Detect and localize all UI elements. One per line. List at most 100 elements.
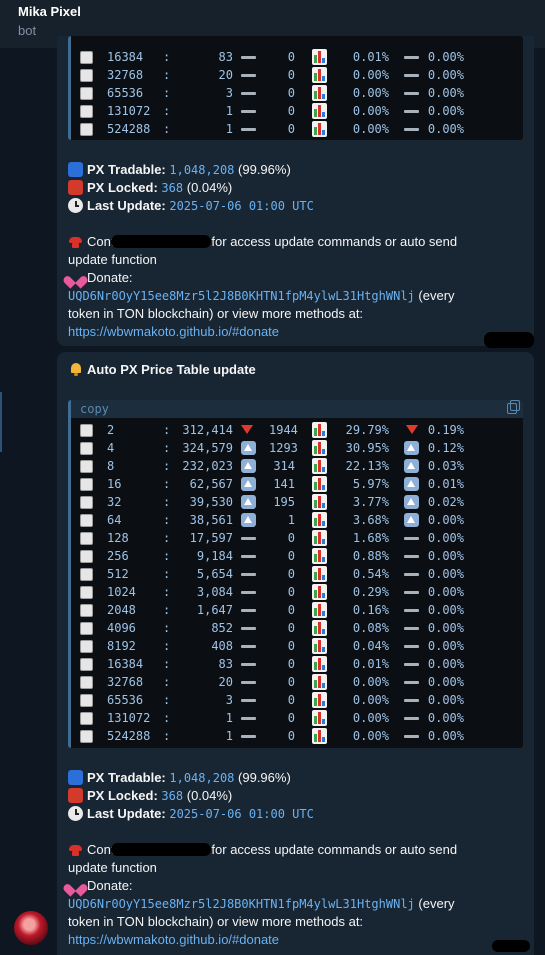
chart-icon xyxy=(312,692,327,708)
chart-icon xyxy=(312,512,327,528)
count-value: 1,647 xyxy=(196,603,233,617)
redacted-contact xyxy=(111,235,212,248)
percent-value: 1.68% xyxy=(352,531,389,545)
diff-value: 0 xyxy=(287,68,295,82)
white-square-icon xyxy=(80,730,93,743)
code-block[interactable]: copy 2:312,414 1944 29.79% 0.19% 4:324,579 12… xyxy=(68,400,523,748)
dash-icon xyxy=(404,735,419,738)
count-value: 408 xyxy=(211,639,233,653)
tradable-label: PX Tradable: xyxy=(87,162,166,177)
separator: : xyxy=(163,729,171,743)
percent-change-value: 0.00% xyxy=(427,86,464,100)
percent-change-value: 0.00% xyxy=(427,513,464,527)
dash-icon xyxy=(241,699,256,702)
white-square-icon xyxy=(80,532,93,545)
diff-value: 0 xyxy=(287,603,295,617)
diff-value: 1944 xyxy=(269,423,298,437)
dash-icon xyxy=(241,609,256,612)
chart-icon xyxy=(312,494,327,510)
locked-value[interactable]: 368 xyxy=(161,789,183,803)
dash-icon xyxy=(241,573,256,576)
up-arrow-icon xyxy=(404,513,419,527)
separator: : xyxy=(163,104,171,118)
table-row: 65536: 3 0 0.00% 0.00% xyxy=(71,84,523,102)
power-value: 32768 xyxy=(107,675,144,689)
count-value: 852 xyxy=(211,621,233,635)
bell-icon xyxy=(69,362,83,376)
white-square-icon xyxy=(80,550,93,563)
tradable-value[interactable]: 1,048,208 xyxy=(169,771,234,785)
diff-value: 314 xyxy=(273,459,295,473)
separator: : xyxy=(163,441,171,455)
count-value: 312,414 xyxy=(182,423,233,437)
power-value: 2 xyxy=(107,423,115,437)
up-arrow-icon xyxy=(404,441,419,455)
power-value: 256 xyxy=(107,549,129,563)
table-row: 16: 62,567 141 5.97% 0.01% xyxy=(71,475,523,493)
percent-value: 0.00% xyxy=(352,68,389,82)
dash-icon xyxy=(241,555,256,558)
power-value: 65536 xyxy=(107,86,144,100)
locked-value[interactable]: 368 xyxy=(161,181,183,195)
white-square-icon xyxy=(80,51,93,64)
donate-address[interactable]: UQD6Nr0OyY15ee8Mzr5l2J8B0KHTN1fpM4ylwL31… xyxy=(68,289,415,303)
up-arrow-icon xyxy=(404,495,419,509)
table-row: 65536: 3 0 0.00% 0.00% xyxy=(71,691,523,709)
price-table: 16384:83 0 0.01% 0.00% 32768:20 0 0.00% 0.00% 65… xyxy=(71,48,523,138)
redacted-timestamp xyxy=(484,332,534,348)
table-row: 4:324,579 1293 30.95% 0.12% xyxy=(71,439,523,457)
price-table: 2:312,414 1944 29.79% 0.19% 4:324,579 1293 30.… xyxy=(71,421,523,745)
up-arrow-icon xyxy=(241,459,256,473)
percent-value: 0.00% xyxy=(352,86,389,100)
percent-change-value: 0.00% xyxy=(427,693,464,707)
update-value[interactable]: 2025-07-06 01:00 UTC xyxy=(169,199,314,213)
percent-change-value: 0.00% xyxy=(427,104,464,118)
table-row: 256: 9,184 0 0.88% 0.00% xyxy=(71,547,523,565)
bot-avatar[interactable] xyxy=(14,911,48,945)
separator: : xyxy=(163,549,171,563)
donate-link[interactable]: https://wbwmakoto.github.io/#donate xyxy=(68,324,279,339)
diff-value: 0 xyxy=(287,50,295,64)
chat-title: Mika Pixel xyxy=(18,4,81,19)
table-row: 2048: 1,647 0 0.16% 0.00% xyxy=(71,601,523,619)
percent-value: 3.68% xyxy=(352,513,389,527)
diff-value: 141 xyxy=(273,477,295,491)
count-value: 1 xyxy=(225,711,233,725)
tradable-pct: (99.96%) xyxy=(238,770,291,785)
tradable-value[interactable]: 1,048,208 xyxy=(169,163,234,177)
percent-change-value: 0.19% xyxy=(427,423,464,437)
percent-value: 0.01% xyxy=(352,50,389,64)
update-value[interactable]: 2025-07-06 01:00 UTC xyxy=(169,807,314,821)
percent-value: 0.54% xyxy=(352,567,389,581)
percent-value: 0.00% xyxy=(352,711,389,725)
copy-label[interactable]: copy xyxy=(80,402,109,416)
code-block[interactable]: 16384:83 0 0.01% 0.00% 32768:20 0 0.00% 0.00% 65… xyxy=(68,36,523,140)
telephone-icon xyxy=(68,842,83,857)
count-value: 17,597 xyxy=(189,531,233,545)
chart-icon xyxy=(312,67,327,83)
message-bubble[interactable]: Auto PX Price Table update copy 2:312,41… xyxy=(57,352,534,955)
message-bubble[interactable]: 16384:83 0 0.01% 0.00% 32768:20 0 0.00% 0.00% 65… xyxy=(57,36,534,346)
separator: : xyxy=(163,675,171,689)
telephone-icon xyxy=(68,234,83,249)
dash-icon xyxy=(404,92,419,95)
donate-address[interactable]: UQD6Nr0OyY15ee8Mzr5l2J8B0KHTN1fpM4ylwL31… xyxy=(68,897,415,911)
dash-icon xyxy=(404,699,419,702)
percent-value: 0.01% xyxy=(352,657,389,671)
power-value: 1024 xyxy=(107,585,136,599)
white-square-icon xyxy=(80,69,93,82)
percent-change-value: 0.00% xyxy=(427,50,464,64)
power-value: 512 xyxy=(107,567,129,581)
table-row: 4096: 852 0 0.08% 0.00% xyxy=(71,619,523,637)
diff-value: 0 xyxy=(287,711,295,725)
percent-value: 0.00% xyxy=(352,104,389,118)
copy-icon[interactable] xyxy=(507,400,520,414)
chart-icon xyxy=(312,674,327,690)
white-square-icon xyxy=(80,676,93,689)
chart-icon xyxy=(312,710,327,726)
white-square-icon xyxy=(80,105,93,118)
table-row: 32768: 20 0 0.00% 0.00% xyxy=(71,66,523,84)
white-square-icon xyxy=(80,640,93,653)
locked-pct: (0.04%) xyxy=(186,788,233,803)
donate-link[interactable]: https://wbwmakoto.github.io/#donate xyxy=(68,932,279,947)
